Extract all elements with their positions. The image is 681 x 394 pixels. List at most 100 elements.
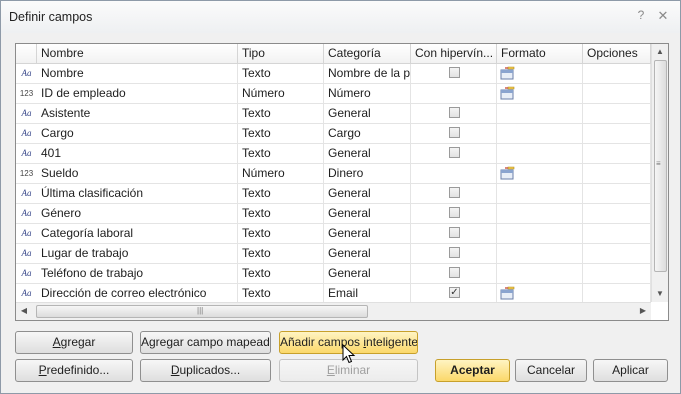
hyperlink-checkbox[interactable] (449, 227, 460, 238)
cell-categoria[interactable]: Email (324, 284, 411, 303)
cell-tipo[interactable]: Texto (238, 264, 324, 283)
scroll-down-icon[interactable]: ▼ (652, 286, 668, 302)
column-header-opciones[interactable]: Opciones (583, 44, 651, 63)
cell-nombre[interactable]: Lugar de trabajo (37, 244, 238, 263)
cell-categoria[interactable]: Dinero (324, 164, 411, 183)
aceptar-button[interactable]: Aceptar (435, 359, 510, 382)
cell-nombre[interactable]: Teléfono de trabajo (37, 264, 238, 283)
column-header-categoria[interactable]: Categoría (324, 44, 411, 63)
scroll-right-icon[interactable]: ▶ (635, 303, 651, 319)
vertical-scroll-thumb[interactable]: ≡ (654, 60, 667, 272)
cell-tipo[interactable]: Número (238, 84, 324, 103)
table-row[interactable]: Aa 401 Texto General (16, 144, 651, 164)
cell-nombre[interactable]: Sueldo (37, 164, 238, 183)
table-row[interactable]: 123 ID de empleado Número Número (16, 84, 651, 104)
cell-hipervinculo (411, 124, 497, 143)
cell-categoria[interactable]: General (324, 264, 411, 283)
table-row[interactable]: Aa Nombre Texto Nombre de la p (16, 64, 651, 84)
cell-categoria[interactable]: General (324, 224, 411, 243)
horizontal-scrollbar[interactable]: ◀ ||| ▶ (16, 302, 651, 320)
cell-categoria[interactable]: Cargo (324, 124, 411, 143)
cell-tipo[interactable]: Número (238, 164, 324, 183)
hyperlink-checkbox[interactable] (449, 107, 460, 118)
table-row[interactable]: Aa Categoría laboral Texto General (16, 224, 651, 244)
cell-categoria[interactable]: Número (324, 84, 411, 103)
table-row[interactable]: Aa Teléfono de trabajo Texto General (16, 264, 651, 284)
cell-nombre[interactable]: Asistente (37, 104, 238, 123)
hyperlink-checkbox-checked[interactable]: ✓ (449, 287, 460, 298)
duplicados-button[interactable]: Duplicados... (140, 359, 271, 382)
cell-categoria[interactable]: General (324, 244, 411, 263)
cell-nombre[interactable]: Nombre (37, 64, 238, 83)
cell-tipo[interactable]: Texto (238, 204, 324, 223)
cell-categoria[interactable]: General (324, 104, 411, 123)
table-row[interactable]: Aa Asistente Texto General (16, 104, 651, 124)
table-row[interactable]: Aa Género Texto General (16, 204, 651, 224)
table-row[interactable]: Aa Cargo Texto Cargo (16, 124, 651, 144)
scroll-up-icon[interactable]: ▲ (652, 44, 668, 60)
format-options-icon[interactable] (500, 166, 515, 180)
hyperlink-checkbox[interactable] (449, 67, 460, 78)
help-icon[interactable]: ? (634, 8, 648, 24)
cell-nombre[interactable]: Última clasificación (37, 184, 238, 203)
hyperlink-checkbox[interactable] (449, 187, 460, 198)
cell-hipervinculo (411, 184, 497, 203)
cell-nombre[interactable]: Cargo (37, 124, 238, 143)
cell-tipo[interactable]: Texto (238, 144, 324, 163)
agregar-campo-mapeado-button[interactable]: Agregar campo mapeado (140, 331, 271, 354)
text-type-icon: Aa (21, 188, 32, 198)
close-icon[interactable]: ✕ (656, 8, 670, 24)
hyperlink-checkbox[interactable] (449, 267, 460, 278)
cell-tipo[interactable]: Texto (238, 104, 324, 123)
cell-categoria[interactable]: General (324, 144, 411, 163)
hyperlink-checkbox[interactable] (449, 207, 460, 218)
cell-categoria[interactable]: General (324, 184, 411, 203)
predefinido-button[interactable]: Predefinido... (15, 359, 133, 382)
cell-tipo[interactable]: Texto (238, 244, 324, 263)
column-header-hipervinculo[interactable]: Con hipervín... (411, 44, 497, 63)
cell-hipervinculo (411, 104, 497, 123)
cell-tipo[interactable]: Texto (238, 124, 324, 143)
cell-formato (497, 244, 583, 263)
text-type-icon: Aa (21, 268, 32, 278)
cell-nombre[interactable]: 401 (37, 144, 238, 163)
text-type-icon: Aa (21, 208, 32, 218)
scroll-left-icon[interactable]: ◀ (16, 303, 32, 319)
agregar-button[interactable]: Agregar (15, 331, 133, 354)
cell-tipo[interactable]: Texto (238, 64, 324, 83)
cell-nombre[interactable]: Categoría laboral (37, 224, 238, 243)
hyperlink-checkbox[interactable] (449, 247, 460, 258)
cell-hipervinculo (411, 144, 497, 163)
table-row[interactable]: Aa Dirección de correo electrónico Texto Em… (16, 284, 651, 304)
format-options-icon[interactable] (500, 86, 515, 100)
cell-nombre[interactable]: Dirección de correo electrónico (37, 284, 238, 303)
vertical-scrollbar[interactable]: ▲ ≡ ▼ (651, 44, 668, 302)
format-options-icon[interactable] (500, 286, 515, 300)
cell-tipo[interactable]: Texto (238, 284, 324, 303)
column-header-nombre[interactable]: Nombre (37, 44, 238, 63)
aplicar-button[interactable]: Aplicar (593, 359, 668, 382)
cell-opciones (583, 224, 651, 243)
cell-nombre[interactable]: ID de empleado (37, 84, 238, 103)
column-header-formato[interactable]: Formato (497, 44, 583, 63)
table-row[interactable]: Aa Última clasificación Texto General (16, 184, 651, 204)
hyperlink-checkbox[interactable] (449, 147, 460, 158)
cancelar-button[interactable]: Cancelar (515, 359, 587, 382)
format-options-icon[interactable] (500, 66, 515, 80)
text-type-icon: Aa (21, 288, 32, 298)
cell-nombre[interactable]: Género (37, 204, 238, 223)
table-row[interactable]: 123 Sueldo Número Dinero (16, 164, 651, 184)
cell-tipo[interactable]: Texto (238, 184, 324, 203)
cell-hipervinculo: ✓ (411, 284, 497, 303)
cell-categoria[interactable]: Nombre de la p (324, 64, 411, 83)
hyperlink-checkbox[interactable] (449, 127, 460, 138)
column-header-tipo[interactable]: Tipo (238, 44, 324, 63)
horizontal-scroll-thumb[interactable]: ||| (36, 305, 368, 318)
table-row[interactable]: Aa Lugar de trabajo Texto General (16, 244, 651, 264)
header-icon-col (16, 44, 37, 63)
cell-formato (497, 64, 583, 83)
title-bar: Definir campos ? ✕ (1, 1, 680, 33)
cell-categoria[interactable]: General (324, 204, 411, 223)
fields-grid[interactable]: Nombre Tipo Categoría Con hipervín... Fo… (15, 43, 669, 321)
cell-tipo[interactable]: Texto (238, 224, 324, 243)
